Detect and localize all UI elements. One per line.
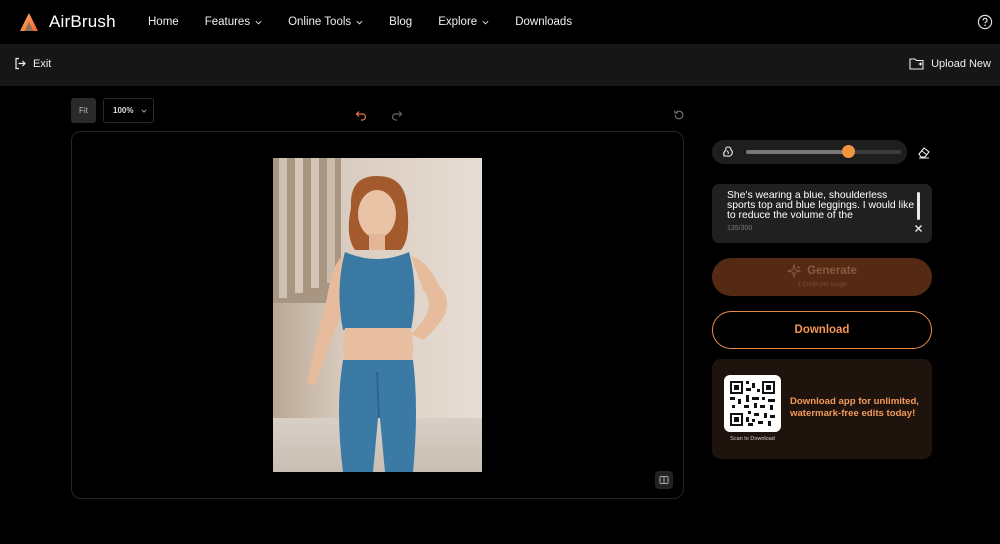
nav-item-label: Features [204,16,251,28]
qr-caption: Scan to Download [730,436,775,442]
compare-icon [659,476,669,484]
nav-item-label: Explore [438,16,478,28]
chevron-down-icon [482,20,489,25]
generate-button[interactable]: Generate 1 Credit per usage [712,258,932,296]
sparkle-icon [787,264,802,278]
prompt-char-counter: 135/300 [727,225,753,232]
zoom-select[interactable]: 100% [103,98,154,123]
nav-item-downloads[interactable]: Downloads [515,16,572,28]
top-navigation-bar: AirBrush Home Features Online Tools Blog… [0,0,1000,44]
download-button[interactable]: Download [712,311,932,349]
uploaded-photo[interactable] [273,158,482,472]
brand-name: AirBrush [49,12,116,31]
generate-row: Generate [712,264,932,278]
slider-fill [746,150,849,154]
nav-item-explore[interactable]: Explore [438,16,489,28]
nav-item-label: Online Tools [288,16,352,28]
nav-item-label: Downloads [515,16,573,28]
chevron-down-icon [356,20,363,25]
app-download-promo: Scan to Download Download app for unlimi… [712,359,932,459]
upload-new-button[interactable]: Upload New [909,57,991,71]
download-label: Download [794,324,850,336]
nav-item-features[interactable]: Features [205,16,262,28]
zoom-value: 100% [113,106,134,115]
main-nav: Home Features Online Tools Blog Explore … [148,0,598,44]
close-icon[interactable] [913,223,924,234]
reset-icon[interactable] [673,109,685,121]
fit-button[interactable]: Fit [71,98,96,123]
brush-size-slider[interactable] [746,145,901,158]
qr-code [724,375,781,432]
compare-toggle[interactable] [655,471,673,489]
promo-text: Download app for unlimited, watermark-fr… [790,396,919,419]
help-icon[interactable] [977,14,993,30]
brush-icon[interactable] [721,145,735,159]
prompt-textarea[interactable]: She's wearing a blue, shoulderless sport… [712,184,932,243]
nav-item-home[interactable]: Home [148,16,179,28]
folder-upload-icon [909,58,924,70]
exit-button[interactable]: Exit [14,57,51,70]
editor-subbar: Exit Upload New [0,44,1000,86]
redo-icon[interactable] [391,109,403,121]
nav-item-online-tools[interactable]: Online Tools [288,16,363,28]
generate-label: Generate [807,265,857,277]
nav-item-blog[interactable]: Blog [389,16,412,28]
upload-new-label: Upload New [931,58,991,70]
undo-icon[interactable] [355,109,367,121]
exit-label: Exit [33,57,52,70]
fit-label: Fit [79,106,88,115]
nav-item-label: Blog [389,16,413,28]
brand-logo[interactable]: AirBrush [18,11,116,33]
nav-item-label: Home [148,16,179,28]
generate-credit-note: 1 Credit per usage [797,282,847,288]
photo-woman-in-blue-sportswear [273,158,482,472]
prompt-scrollbar[interactable] [917,192,920,220]
slider-thumb[interactable] [841,145,855,158]
exit-icon [15,57,26,70]
prompt-text[interactable]: She's wearing a blue, shoulderless sport… [727,191,915,224]
qr-code-icon [730,381,775,426]
chevron-down-icon [141,109,148,113]
airbrush-logo-icon [20,13,38,31]
eraser-icon[interactable] [917,145,931,159]
chevron-down-icon [255,20,262,25]
